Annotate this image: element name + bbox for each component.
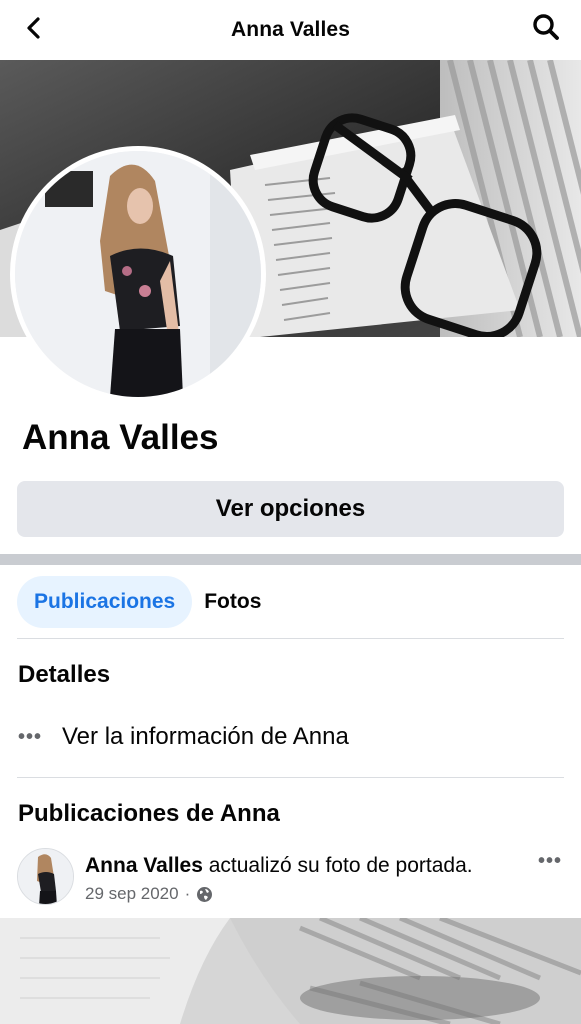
post-date[interactable]: 29 sep 2020 [85,884,179,904]
post-header: Anna Valles actualizó su foto de portada… [17,848,564,908]
post-photo [0,918,581,1024]
post-avatar-image [18,849,73,904]
post-title: Anna Valles actualizó su foto de portada… [85,854,473,878]
meta-separator: · [184,884,191,903]
globe-icon [197,886,213,902]
post-meta: 29 sep 2020 · [85,884,213,904]
more-dots-icon: ••• [18,726,43,748]
chevron-left-icon [27,17,40,39]
top-bar: Anna Valles [0,0,581,60]
section-divider [0,554,581,565]
back-button[interactable] [18,12,50,44]
profile-tabs: Publicaciones Fotos [17,576,261,628]
view-info-label: Ver la información de Anna [62,723,349,750]
tab-publicaciones[interactable]: Publicaciones [17,576,193,628]
details-heading: Detalles [18,661,111,688]
divider [17,777,564,778]
profile-picture[interactable] [10,146,266,402]
search-icon [533,14,559,40]
post-avatar[interactable] [17,848,74,905]
search-button[interactable] [529,10,563,44]
view-options-button[interactable]: Ver opciones [17,481,564,537]
posts-heading: Publicaciones de Anna [18,800,280,827]
tab-fotos[interactable]: Fotos [204,576,261,628]
profile-photo-image [15,151,261,397]
view-info-link[interactable]: ••• Ver la información de Anna [18,720,349,754]
profile-name: Anna Valles [22,418,219,457]
page-title: Anna Valles [231,18,350,41]
post-author[interactable]: Anna Valles [85,854,203,877]
post-action: actualizó su foto de portada. [208,854,473,877]
post-more-button[interactable]: ••• [538,850,562,873]
post-image[interactable] [0,918,581,1024]
divider [17,638,564,639]
